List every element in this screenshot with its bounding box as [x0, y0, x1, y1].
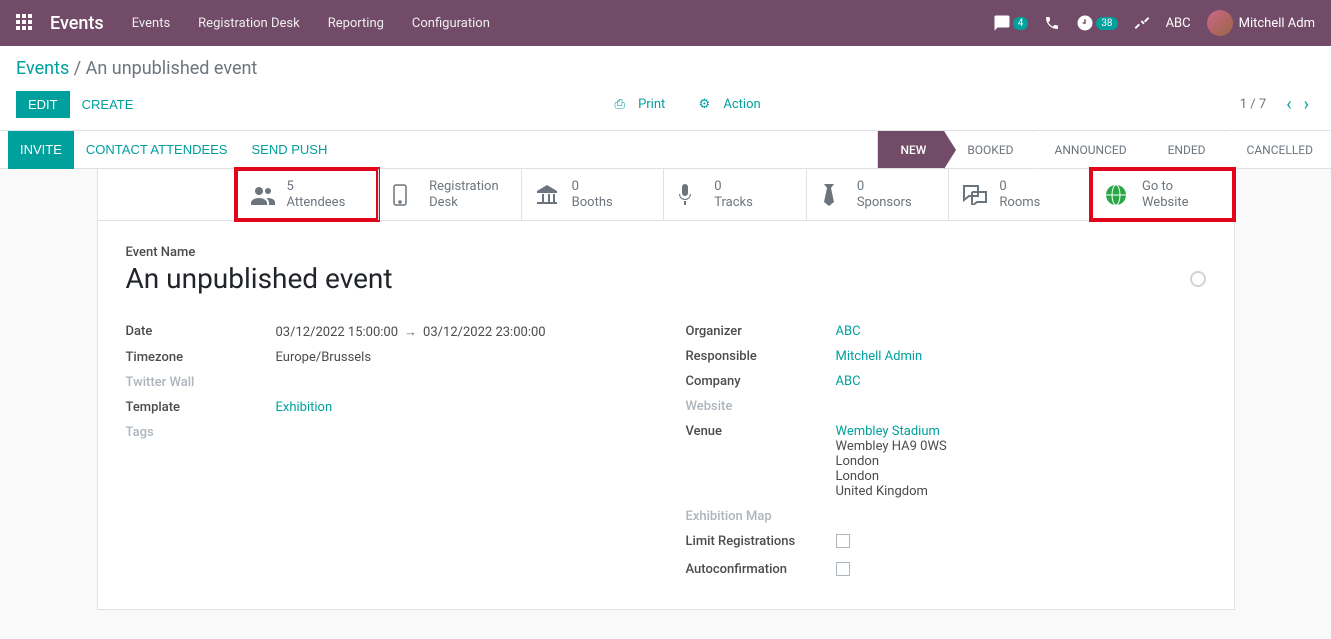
company-switcher[interactable]: ABC	[1166, 16, 1191, 31]
phone-icon[interactable]	[1044, 15, 1060, 31]
timezone-value: Europe/Brussels	[276, 350, 646, 365]
stat-go-to-website[interactable]: Go toWebsite	[1091, 169, 1234, 220]
stat-buttons: 5Attendees RegistrationDesk 0Booths 0Tra…	[98, 169, 1234, 221]
user-name: Mitchell Adm	[1239, 16, 1315, 31]
stage-indicator-icon[interactable]	[1190, 271, 1206, 287]
website-label: Website	[686, 399, 836, 414]
globe-icon	[1106, 185, 1132, 205]
create-button[interactable]: CREATE	[70, 91, 146, 118]
invite-button[interactable]: INVITE	[8, 131, 74, 169]
form-sheet: 5Attendees RegistrationDesk 0Booths 0Tra…	[97, 169, 1235, 610]
organizer-label: Organizer	[686, 324, 836, 339]
building-icon	[536, 185, 562, 205]
stat-rooms[interactable]: 0Rooms	[948, 169, 1091, 220]
limit-registrations-label: Limit Registrations	[686, 534, 836, 549]
responsible-label: Responsible	[686, 349, 836, 364]
tags-label: Tags	[126, 425, 276, 440]
status-step-announced[interactable]: ANNOUNCED	[1032, 131, 1145, 168]
autoconfirmation-checkbox[interactable]	[836, 562, 850, 576]
microphone-icon	[678, 184, 704, 206]
stat-sponsors[interactable]: 0Sponsors	[806, 169, 949, 220]
chat-icon	[963, 185, 989, 205]
twitter-wall-label: Twitter Wall	[126, 375, 276, 390]
debug-icon[interactable]	[1134, 15, 1150, 31]
status-step-new[interactable]: NEW	[877, 131, 944, 168]
apps-icon[interactable]	[16, 14, 34, 32]
status-step-booked[interactable]: BOOKED	[944, 131, 1031, 168]
event-title: An unpublished event	[126, 262, 1206, 295]
stat-attendees[interactable]: 5Attendees	[236, 169, 379, 220]
status-row: INVITE CONTACT ATTENDEES SEND PUSH NEW B…	[0, 131, 1331, 169]
statusbar: NEW BOOKED ANNOUNCED ENDED CANCELLED	[877, 131, 1331, 168]
attendees-icon	[251, 185, 277, 205]
venue-label: Venue	[686, 424, 836, 439]
messaging-badge: 4	[1013, 17, 1029, 30]
company-label: Company	[686, 374, 836, 389]
date-value: 03/12/2022 15:00:00→03/12/2022 23:00:00	[276, 324, 646, 340]
venue-value: Wembley Stadium Wembley HA9 0WS London L…	[836, 424, 1206, 499]
top-navbar: Events Events Registration Desk Reportin…	[0, 0, 1331, 46]
user-menu[interactable]: Mitchell Adm	[1207, 10, 1315, 36]
pager[interactable]: 1 / 7	[1240, 97, 1266, 112]
company-value[interactable]: ABC	[836, 374, 1206, 389]
responsible-value[interactable]: Mitchell Admin	[836, 349, 1206, 364]
breadcrumb-root[interactable]: Events	[16, 58, 69, 79]
pager-prev-icon[interactable]: ‹	[1280, 94, 1297, 115]
autoconfirmation-label: Autoconfirmation	[686, 562, 836, 577]
action-button[interactable]: ⚙ Action	[699, 97, 771, 112]
activities-badge: 38	[1096, 17, 1117, 30]
status-step-cancelled[interactable]: CANCELLED	[1224, 131, 1331, 168]
template-value[interactable]: Exhibition	[276, 400, 646, 415]
nav-link-registration-desk[interactable]: Registration Desk	[198, 16, 300, 31]
control-panel: EDIT CREATE ⎙ Print ⚙ Action 1 / 7 ‹ ›	[0, 83, 1331, 131]
event-name-label: Event Name	[126, 245, 1206, 260]
nav-link-configuration[interactable]: Configuration	[412, 16, 490, 31]
activities-icon[interactable]: 38	[1076, 14, 1117, 32]
exhibition-map-label: Exhibition Map	[686, 509, 836, 524]
messaging-icon[interactable]: 4	[993, 14, 1029, 32]
tie-icon	[821, 184, 847, 206]
edit-button[interactable]: EDIT	[16, 91, 70, 118]
stat-booths[interactable]: 0Booths	[521, 169, 664, 220]
stat-registration-desk[interactable]: RegistrationDesk	[378, 169, 521, 220]
pager-next-icon[interactable]: ›	[1298, 94, 1315, 115]
nav-link-events[interactable]: Events	[132, 16, 170, 31]
organizer-value[interactable]: ABC	[836, 324, 1206, 339]
contact-attendees-button[interactable]: CONTACT ATTENDEES	[74, 131, 240, 169]
user-avatar	[1207, 10, 1233, 36]
timezone-label: Timezone	[126, 350, 276, 365]
breadcrumb-current: An unpublished event	[86, 58, 258, 79]
date-label: Date	[126, 324, 276, 339]
send-push-button[interactable]: SEND PUSH	[239, 131, 339, 169]
breadcrumb: Events / An unpublished event	[0, 46, 1331, 83]
limit-registrations-checkbox[interactable]	[836, 534, 850, 548]
template-label: Template	[126, 400, 276, 415]
mobile-icon	[393, 184, 419, 206]
stat-tracks[interactable]: 0Tracks	[663, 169, 806, 220]
app-brand[interactable]: Events	[50, 13, 104, 34]
nav-link-reporting[interactable]: Reporting	[328, 16, 384, 31]
print-button[interactable]: ⎙ Print	[614, 97, 675, 112]
status-step-ended[interactable]: ENDED	[1145, 131, 1224, 168]
